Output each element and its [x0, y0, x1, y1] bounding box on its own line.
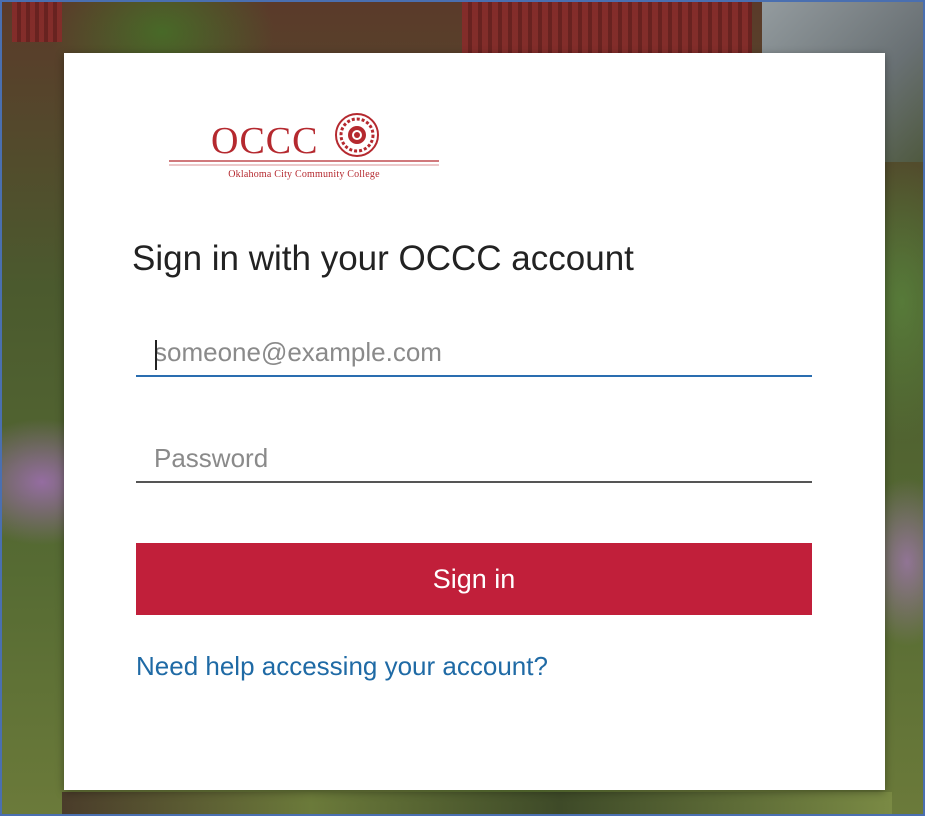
help-link[interactable]: Need help accessing your account? [136, 651, 548, 682]
background-building-facade [462, 2, 752, 54]
occc-logo: OCCC Oklahoma City Community College [169, 113, 439, 189]
page-title: Sign in with your OCCC account [132, 239, 634, 278]
background-ground [62, 792, 892, 814]
signin-button[interactable]: Sign in [136, 543, 812, 615]
logo-subtitle: Oklahoma City Community College [228, 169, 380, 180]
background-building [12, 2, 62, 42]
svg-text:OCCC: OCCC [211, 120, 318, 162]
signin-card: OCCC Oklahoma City Community College Sig… [64, 53, 885, 790]
password-field[interactable] [136, 435, 812, 483]
email-field[interactable] [136, 329, 812, 377]
occc-logo-mark: OCCC [169, 113, 439, 166]
text-caret [155, 340, 157, 370]
